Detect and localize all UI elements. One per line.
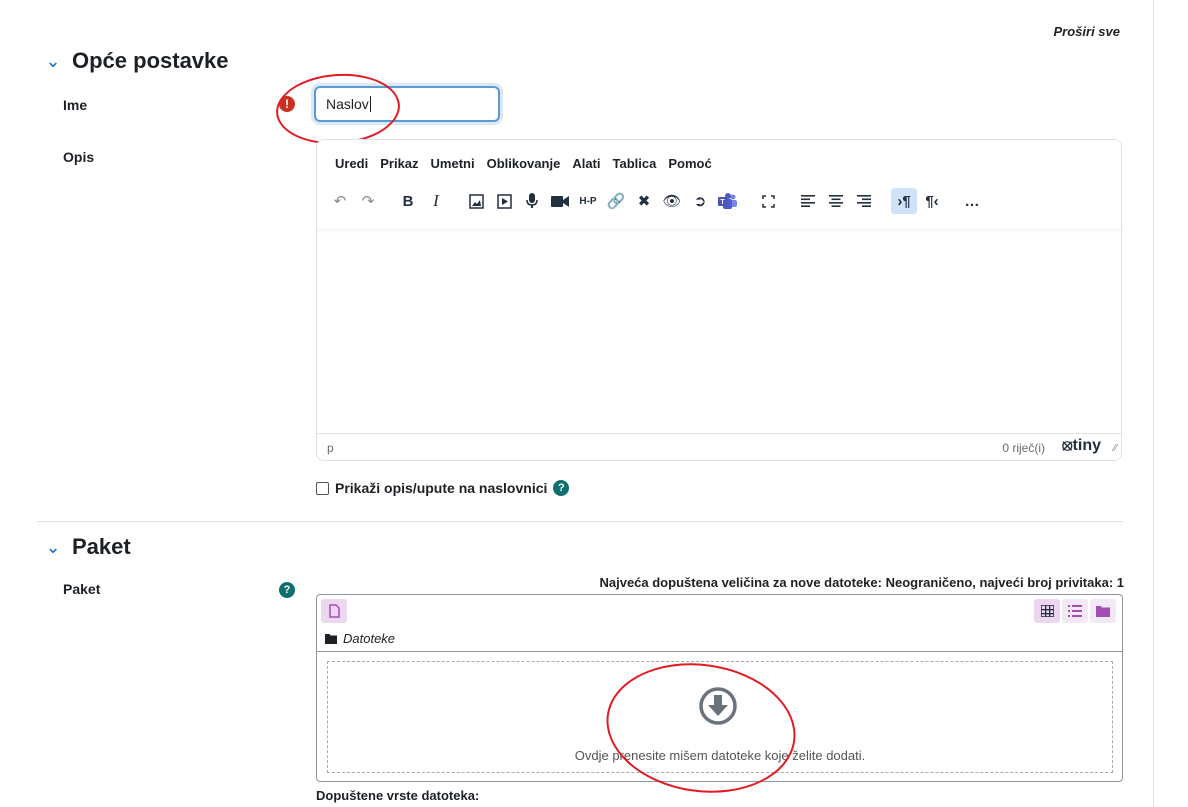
menu-insert[interactable]: Umetni	[431, 156, 475, 171]
align-right-icon[interactable]	[851, 188, 877, 214]
link-icon[interactable]: 🔗	[603, 188, 629, 214]
accessibility-checker-icon[interactable]: 👁	[659, 188, 685, 214]
rtl-icon[interactable]: ¶‹	[919, 188, 945, 214]
package-label: Paket	[63, 581, 101, 597]
menu-table[interactable]: Tablica	[612, 156, 656, 171]
h5p-icon[interactable]: H-P	[575, 188, 601, 214]
section-divider	[37, 521, 1123, 522]
show-description-label[interactable]: Prikaži opis/upute na naslovnici	[335, 480, 547, 496]
folder-label: Datoteke	[343, 631, 396, 646]
editor-menubar: Uredi Prikaz Umetni Oblikovanje Alati Ta…	[335, 156, 712, 171]
screen-reader-helper-icon[interactable]: ➲	[687, 188, 713, 214]
folder-path[interactable]: Datoteke	[325, 631, 395, 646]
expand-all-link[interactable]: Proširi sve	[1054, 24, 1121, 39]
media-icon[interactable]	[491, 188, 517, 214]
chevron-down-icon: ⌄	[45, 536, 61, 557]
svg-text:T: T	[720, 199, 725, 206]
description-label: Opis	[63, 149, 95, 165]
editor-statusbar: p 0 riječ(i) ⦻tiny ⁄⁄	[317, 433, 1121, 460]
allowed-types-label: Dopuštene vrste datoteka:	[316, 788, 480, 803]
redo-icon[interactable]: ↷	[355, 188, 381, 214]
record-audio-icon[interactable]	[519, 188, 545, 214]
italic-icon[interactable]: I	[423, 188, 449, 214]
record-video-icon[interactable]	[547, 188, 573, 214]
add-file-icon[interactable]	[321, 599, 347, 623]
menu-format[interactable]: Oblikovanje	[487, 156, 561, 171]
list-view-icon[interactable]	[1062, 599, 1088, 623]
section-header-general[interactable]: ⌄ Opće postavke	[44, 48, 229, 74]
menu-view[interactable]: Prikaz	[380, 156, 418, 171]
element-path[interactable]: p	[327, 441, 334, 455]
section-title-package: Paket	[72, 534, 131, 559]
show-description-checkbox[interactable]	[316, 481, 329, 495]
section-header-package[interactable]: ⌄ Paket	[44, 534, 131, 560]
unlink-icon[interactable]: ✖	[631, 188, 657, 214]
menu-tools[interactable]: Alati	[572, 156, 600, 171]
tree-view-icon[interactable]	[1090, 599, 1116, 623]
chevron-down-icon: ⌄	[45, 50, 61, 71]
right-divider	[1153, 0, 1154, 807]
annotation-circle-name	[273, 69, 403, 149]
folder-icon	[325, 633, 337, 644]
grid-view-icon[interactable]	[1034, 599, 1060, 623]
ltr-icon[interactable]: ›¶	[891, 188, 917, 214]
menu-edit[interactable]: Uredi	[335, 156, 368, 171]
resize-handle-icon[interactable]: ⁄⁄	[1114, 443, 1117, 454]
align-center-icon[interactable]	[823, 188, 849, 214]
section-title-general: Opće postavke	[72, 48, 229, 73]
word-count[interactable]: 0 riječ(i)	[1002, 441, 1045, 455]
align-left-icon[interactable]	[795, 188, 821, 214]
max-size-info: Najveća dopuštena veličina za nove datot…	[599, 575, 1124, 590]
toolbar-shadow	[317, 224, 1121, 228]
undo-icon[interactable]: ↶	[327, 188, 353, 214]
name-label: Ime	[63, 97, 88, 113]
editor-toolbar: ↶ ↷ B I H-P 🔗 ✖ 👁 ➲ T ›¶ ¶‹ …	[327, 186, 987, 216]
help-icon[interactable]: ?	[553, 480, 570, 496]
show-description-row: Prikaži opis/upute na naslovnici ?	[316, 480, 570, 496]
image-icon[interactable]	[463, 188, 489, 214]
tiny-logo[interactable]: ⦻tiny	[1062, 437, 1101, 455]
file-manager-divider	[317, 651, 1122, 652]
bold-icon[interactable]: B	[395, 188, 421, 214]
rich-text-editor[interactable]: Uredi Prikaz Umetni Oblikovanje Alati Ta…	[316, 139, 1122, 461]
menu-help[interactable]: Pomoć	[668, 156, 711, 171]
teams-icon[interactable]: T	[715, 188, 741, 214]
fullscreen-icon[interactable]	[755, 188, 781, 214]
more-icon[interactable]: …	[959, 188, 985, 214]
help-icon[interactable]: ?	[279, 582, 295, 598]
